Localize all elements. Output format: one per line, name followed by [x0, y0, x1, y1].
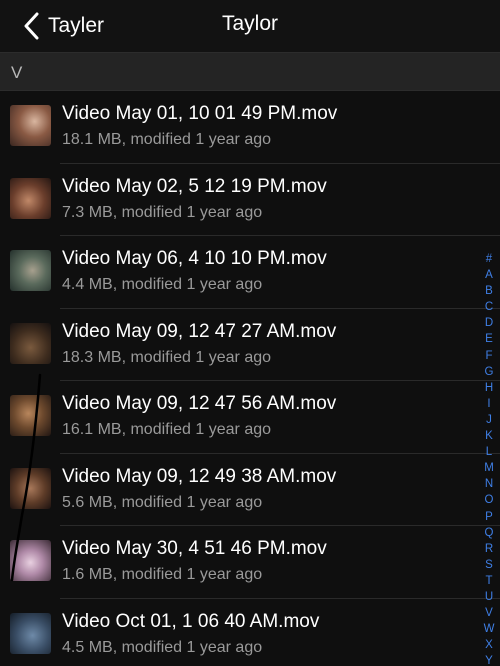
index-letter[interactable]: C	[481, 299, 497, 315]
index-letter[interactable]: M	[481, 460, 497, 476]
video-thumbnail	[10, 105, 51, 146]
index-letter[interactable]: O	[481, 492, 497, 508]
index-letter[interactable]: B	[481, 283, 497, 299]
index-letter[interactable]: Q	[481, 525, 497, 541]
file-name: Video Oct 01, 1 06 40 AM.mov	[62, 610, 320, 632]
page-title: Taylor	[221, 12, 279, 35]
file-meta: 4.4 MB, modified 1 year ago	[62, 276, 263, 293]
index-letter[interactable]: N	[481, 476, 497, 492]
index-letter[interactable]: X	[481, 637, 497, 653]
file-row[interactable]: Video May 30, 4 51 46 PM.mov 1.6 MB, mod…	[0, 526, 500, 599]
file-row[interactable]: Video May 09, 12 47 56 AM.mov 16.1 MB, m…	[0, 381, 500, 454]
video-thumbnail	[10, 395, 51, 436]
file-row[interactable]: Video May 09, 12 49 38 AM.mov 5.6 MB, mo…	[0, 453, 500, 526]
index-letter[interactable]: P	[481, 509, 497, 525]
index-letter[interactable]: T	[481, 573, 497, 589]
file-meta: 5.6 MB, modified 1 year ago	[62, 493, 263, 511]
index-letter[interactable]: A	[481, 267, 497, 283]
index-letter[interactable]: J	[481, 412, 497, 428]
index-letter[interactable]: I	[481, 396, 497, 412]
file-list: Video May 01, 10 01 49 PM.mov 18.1 MB, m…	[0, 91, 500, 666]
file-name: Video May 09, 12 49 38 AM.mov	[62, 465, 337, 487]
navigation-bar: Tayler Taylor	[0, 0, 500, 52]
video-thumbnail	[10, 322, 51, 364]
video-thumbnail	[10, 467, 51, 509]
index-letter[interactable]: Y	[481, 653, 497, 666]
video-thumbnail	[10, 250, 51, 291]
video-thumbnail	[10, 540, 51, 581]
index-letter[interactable]: K	[481, 428, 497, 444]
file-name: Video May 09, 12 47 56 AM.mov	[62, 393, 337, 414]
file-meta: 1.6 MB, modified 1 year ago	[62, 566, 263, 583]
file-row[interactable]: Video May 09, 12 47 27 AM.mov 18.3 MB, m…	[0, 308, 500, 381]
index-letter[interactable]: R	[481, 541, 497, 557]
file-meta: 4.5 MB, modified 1 year ago	[62, 638, 263, 656]
file-row[interactable]: Video May 01, 10 01 49 PM.mov 18.1 MB, m…	[0, 91, 500, 164]
file-name: Video May 30, 4 51 46 PM.mov	[62, 538, 327, 559]
index-letter[interactable]: F	[481, 348, 497, 364]
file-meta: 16.1 MB, modified 1 year ago	[62, 421, 272, 438]
index-letter[interactable]: V	[481, 605, 497, 621]
section-header: V	[0, 52, 500, 91]
index-letter[interactable]: S	[481, 557, 497, 573]
index-letter[interactable]: D	[481, 315, 497, 331]
section-header-label: V	[11, 63, 23, 82]
index-letter[interactable]: #	[481, 251, 497, 267]
file-name: Video May 01, 10 01 49 PM.mov	[62, 103, 338, 124]
video-thumbnail	[10, 612, 51, 654]
file-meta: 7.3 MB, modified 1 year ago	[62, 203, 263, 221]
index-letter[interactable]: E	[481, 331, 497, 347]
file-name: Video May 02, 5 12 19 PM.mov	[62, 175, 327, 197]
section-index[interactable]: # A B C D E F G H I J K L M N O P Q R S T U V W X Y	[481, 251, 497, 666]
index-letter[interactable]: U	[481, 589, 497, 605]
file-row[interactable]: Video May 02, 5 12 19 PM.mov 7.3 MB, mod…	[0, 163, 500, 236]
index-letter[interactable]: G	[481, 364, 497, 380]
file-meta: 18.1 MB, modified 1 year ago	[62, 131, 272, 148]
file-row[interactable]: Video May 06, 4 10 10 PM.mov 4.4 MB, mod…	[0, 236, 500, 309]
file-name: Video May 06, 4 10 10 PM.mov	[62, 248, 327, 269]
index-letter[interactable]: L	[481, 444, 497, 460]
video-thumbnail	[10, 177, 51, 219]
index-letter[interactable]: H	[481, 380, 497, 396]
file-name: Video May 09, 12 47 27 AM.mov	[62, 320, 337, 342]
file-meta: 18.3 MB, modified 1 year ago	[62, 348, 272, 366]
index-letter[interactable]: W	[481, 621, 497, 637]
file-row[interactable]: Video Oct 01, 1 06 40 AM.mov 4.5 MB, mod…	[0, 598, 500, 666]
